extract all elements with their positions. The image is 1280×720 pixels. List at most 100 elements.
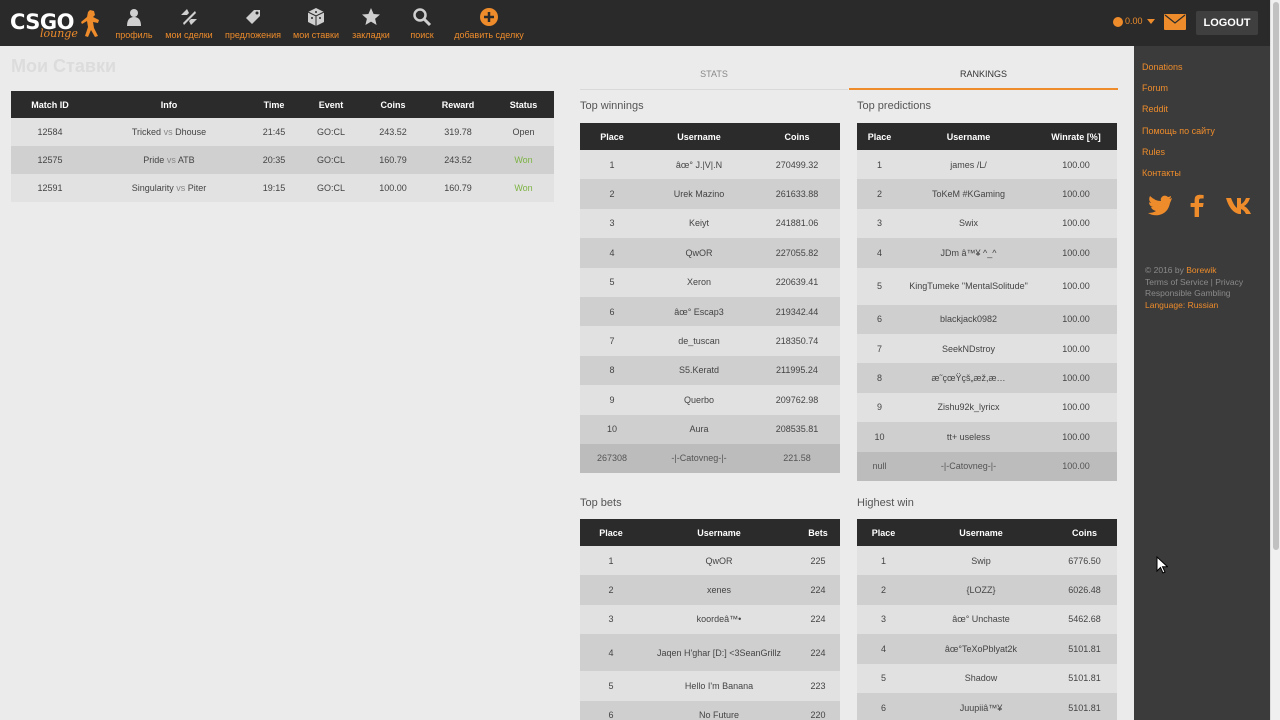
username-cell[interactable]: S5.Keratd — [644, 355, 754, 386]
match-info[interactable]: Pride vs ATB — [89, 146, 249, 174]
username-cell[interactable]: Xeron — [644, 267, 754, 297]
table-row[interactable]: 6 Juupiiâ™¥ 5101.81 — [857, 692, 1117, 720]
username-cell[interactable]: JDm â™¥ ^_^ — [902, 238, 1035, 268]
twitter-icon[interactable] — [1146, 194, 1174, 218]
username-cell[interactable]: Juupiiâ™¥ — [910, 692, 1052, 720]
scrollbar-thumb[interactable] — [1273, 2, 1279, 550]
username-cell[interactable]: koordeâ™• — [642, 604, 796, 635]
username-cell[interactable]: {LOZZ} — [910, 575, 1052, 605]
username-cell[interactable]: Hello I'm Banana — [642, 671, 796, 701]
table-row[interactable]: 1 QwOR 225 — [580, 546, 840, 576]
table-row[interactable]: 4 Jaqen H'ghar [D:] <3SeanGrillz 224 — [580, 634, 840, 672]
username-cell[interactable]: âœ° Unchaste — [910, 604, 1052, 635]
sidebar-link-forum[interactable]: Forum — [1142, 83, 1168, 93]
table-row[interactable]: 2 xenes 224 — [580, 575, 840, 605]
table-row[interactable]: 5 KingTumeke "MentalSolitude" 100.00 — [857, 267, 1117, 305]
username-cell[interactable]: Swix — [902, 208, 1035, 239]
coins-balance[interactable]: 0.00 — [1113, 16, 1155, 27]
username-cell[interactable]: Shadow — [910, 663, 1052, 693]
table-row[interactable]: 3 koordeâ™• 224 — [580, 604, 840, 635]
page-scrollbar[interactable] — [1270, 0, 1280, 720]
table-row[interactable]: 5 Shadow 5101.81 — [857, 663, 1117, 693]
username-cell[interactable]: james /L/ — [902, 150, 1035, 180]
username-cell[interactable]: æ˜çœŸçš„æž,æ… — [902, 363, 1035, 393]
username-cell[interactable]: âœ° J.|V|.N — [644, 150, 754, 180]
table-row[interactable]: 12575 Pride vs ATB 20:35 GO:CL 160.79 24… — [11, 146, 554, 174]
mail-icon[interactable] — [1164, 14, 1186, 30]
username-cell[interactable]: âœ°TeXoPblyat2k — [910, 634, 1052, 664]
username-cell[interactable]: QwOR — [642, 546, 796, 576]
table-row[interactable]: 2 ToKeM #KGaming 100.00 — [857, 179, 1117, 209]
logout-button[interactable]: LOGOUT — [1196, 11, 1258, 35]
table-row[interactable]: 1 âœ° J.|V|.N 270499.32 — [580, 150, 840, 180]
table-row[interactable]: 1 james /L/100.00 — [857, 150, 1117, 180]
nav-my-bets[interactable]: мои ставки — [290, 7, 342, 40]
table-row[interactable]: 1 Swip 6776.50 — [857, 546, 1117, 576]
match-info[interactable]: Tricked vs Dhouse — [89, 118, 249, 146]
table-row[interactable]: 4 âœ°TeXoPblyat2k 5101.81 — [857, 634, 1117, 664]
table-row[interactable]: 8 S5.Keratd 211995.24 — [580, 355, 840, 386]
table-row[interactable]: 10 tt+ useless 100.00 — [857, 422, 1117, 452]
username-cell[interactable]: Jaqen H'ghar [D:] <3SeanGrillz — [642, 634, 796, 672]
username-cell[interactable]: Aura — [644, 414, 754, 444]
site-logo[interactable]: CSGO lounge — [10, 8, 106, 40]
username-cell[interactable]: SeekNDstroy — [902, 333, 1035, 364]
sidebar-link-help[interactable]: Помощь по сайту — [1142, 126, 1215, 136]
gambling-link[interactable]: Responsible Gambling — [1145, 288, 1243, 300]
username-cell[interactable]: ToKeM #KGaming — [902, 179, 1035, 209]
table-row[interactable]: 6 blackjack0982 100.00 — [857, 304, 1117, 334]
table-row[interactable]: 4 JDm â™¥ ^_^ 100.00 — [857, 238, 1117, 268]
table-row[interactable]: 10 Aura 208535.81 — [580, 414, 840, 444]
sidebar-link-contacts[interactable]: Контакты — [1142, 168, 1181, 178]
username-cell[interactable]: No Future — [642, 700, 796, 720]
username-cell[interactable]: xenes — [642, 575, 796, 605]
vk-icon[interactable] — [1224, 194, 1258, 218]
table-row[interactable]: 2 Urek Mazino 261633.88 — [580, 179, 840, 209]
username-cell[interactable]: tt+ useless — [902, 422, 1035, 452]
nav-offers[interactable]: предложения — [222, 7, 284, 40]
nav-search[interactable]: поиск — [402, 7, 442, 40]
table-row[interactable]: 12584 Tricked vs Dhouse 21:45 GO:CL 243.… — [11, 118, 554, 146]
terms-link[interactable]: Terms of Service — [1145, 277, 1208, 287]
username-cell[interactable]: KingTumeke "MentalSolitude" — [902, 267, 1035, 305]
table-header-row: Place Username Coins — [857, 519, 1117, 546]
table-row[interactable]: 12591 Singularity vs Piter 19:15 GO:CL 1… — [11, 174, 554, 202]
username-cell[interactable]: QwOR — [644, 238, 754, 268]
username-cell[interactable]: Urek Mazino — [644, 179, 754, 209]
username-cell[interactable]: Querbo — [644, 385, 754, 415]
facebook-icon[interactable] — [1184, 194, 1212, 218]
table-row[interactable]: 8 æ˜çœŸçš„æž,æ… 100.00 — [857, 363, 1117, 393]
table-row[interactable]: 9 Zishu92k_lyricx 100.00 — [857, 392, 1117, 423]
username-cell[interactable]: Swip — [910, 546, 1052, 576]
tab-rankings[interactable]: RANKINGS — [849, 62, 1118, 90]
username-cell[interactable]: de_tuscan — [644, 326, 754, 356]
match-info[interactable]: Singularity vs Piter — [89, 174, 249, 202]
table-row[interactable]: 6 No Future 220 — [580, 700, 840, 720]
nav-profile[interactable]: профиль — [113, 7, 155, 40]
tab-stats[interactable]: STATS — [580, 62, 848, 90]
table-row[interactable]: 5 Hello I'm Banana 223 — [580, 671, 840, 701]
table-row[interactable]: 3 âœ° Unchaste 5462.68 — [857, 604, 1117, 635]
username-cell[interactable]: blackjack0982 — [902, 304, 1035, 334]
sidebar-link-rules[interactable]: Rules — [1142, 147, 1165, 157]
username-cell[interactable]: Zishu92k_lyricx — [902, 392, 1035, 423]
table-row[interactable]: 2 {LOZZ} 6026.48 — [857, 575, 1117, 605]
table-row[interactable]: 7 SeekNDstroy 100.00 — [857, 333, 1117, 364]
nav-bookmarks[interactable]: закладки — [350, 7, 392, 40]
username-cell[interactable]: Keiyt — [644, 208, 754, 239]
table-row[interactable]: 5 Xeron 220639.41 — [580, 267, 840, 297]
sidebar-link-donations[interactable]: Donations — [1142, 62, 1183, 72]
table-row[interactable]: 9 Querbo 209762.98 — [580, 385, 840, 415]
nav-add-trade[interactable]: добавить сделку — [450, 7, 528, 40]
author-link[interactable]: Borewik — [1186, 265, 1216, 275]
privacy-link[interactable]: Privacy — [1215, 277, 1243, 287]
table-row[interactable]: 3 Keiyt 241881.06 — [580, 208, 840, 239]
language-selector[interactable]: Language: Russian — [1145, 300, 1243, 312]
table-row[interactable]: 4 QwOR 227055.82 — [580, 238, 840, 268]
table-row[interactable]: 6 âœ° Escap3 219342.44 — [580, 296, 840, 327]
username-cell[interactable]: âœ° Escap3 — [644, 296, 754, 327]
sidebar-link-reddit[interactable]: Reddit — [1142, 104, 1168, 114]
table-row[interactable]: 3 Swix 100.00 — [857, 208, 1117, 239]
table-row[interactable]: 7 de_tuscan 218350.74 — [580, 326, 840, 356]
nav-my-trades[interactable]: мои сделки — [162, 7, 216, 40]
